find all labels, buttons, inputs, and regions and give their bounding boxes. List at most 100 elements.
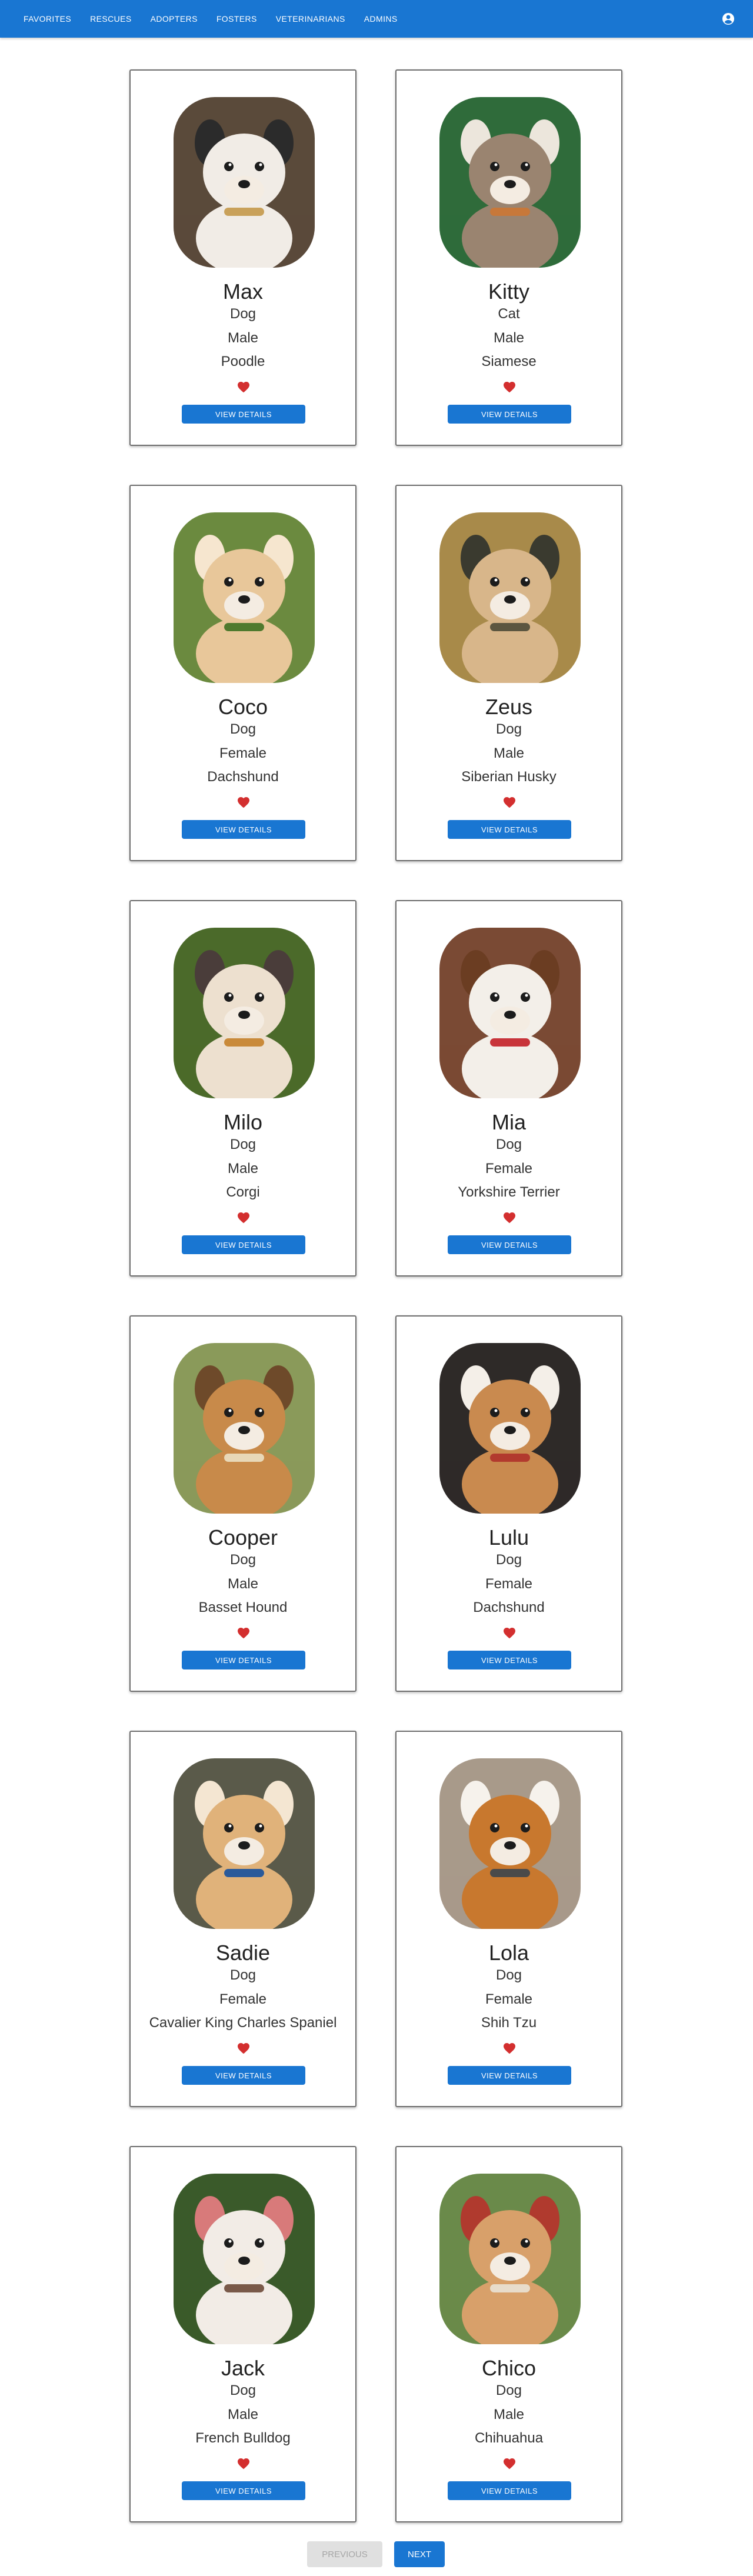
pet-photo xyxy=(174,1343,315,1514)
view-details-button[interactable]: VIEW DETAILS xyxy=(182,2481,305,2500)
view-details-button[interactable]: VIEW DETAILS xyxy=(182,2066,305,2085)
pet-photo xyxy=(174,2174,315,2344)
pet-gender: Female xyxy=(485,1991,533,2007)
favorite-heart-icon[interactable] xyxy=(236,2457,251,2470)
previous-page-button[interactable]: PREVIOUS xyxy=(307,2541,382,2567)
pet-name: Lola xyxy=(488,1941,529,1965)
nav-fosters[interactable]: FOSTERS xyxy=(207,9,266,28)
pet-name: Mia xyxy=(491,1110,526,1134)
pet-photo xyxy=(439,512,581,683)
pet-type: Dog xyxy=(495,1552,522,1568)
pet-gender: Male xyxy=(493,745,525,761)
favorite-heart-icon[interactable] xyxy=(236,380,251,393)
app-bar: FAVORITES RESCUES ADOPTERS FOSTERS VETER… xyxy=(0,0,753,38)
account-circle-icon[interactable] xyxy=(721,12,735,26)
pet-gender: Female xyxy=(485,1576,533,1592)
nav-favorites[interactable]: FAVORITES xyxy=(14,9,81,28)
pet-card-milo: Milo Dog Male Corgi VIEW DETAILS xyxy=(129,900,356,1277)
pet-type: Dog xyxy=(495,721,522,737)
pet-breed: Shih Tzu xyxy=(481,2015,537,2031)
pet-photo xyxy=(174,512,315,683)
pet-breed: Poodle xyxy=(221,354,265,369)
pet-name: Kitty xyxy=(488,279,529,304)
pet-gender: Male xyxy=(227,2407,259,2422)
pet-name: Zeus xyxy=(485,695,533,719)
pet-name: Jack xyxy=(221,2356,265,2380)
pet-gender: Male xyxy=(493,330,525,346)
favorite-heart-icon[interactable] xyxy=(236,1211,251,1224)
pet-type: Dog xyxy=(229,2382,256,2398)
favorite-heart-icon[interactable] xyxy=(236,795,251,808)
pet-photo xyxy=(439,1758,581,1929)
pet-breed: Basset Hound xyxy=(198,1599,288,1615)
pet-card-kitty: Kitty Cat Male Siamese VIEW DETAILS xyxy=(395,69,622,446)
pet-name: Coco xyxy=(218,695,268,719)
pet-gender: Female xyxy=(219,745,267,761)
nav-adopters[interactable]: ADOPTERS xyxy=(141,9,207,28)
pet-name: Sadie xyxy=(215,1941,271,1965)
pet-type: Dog xyxy=(229,306,256,322)
view-details-button[interactable]: VIEW DETAILS xyxy=(448,820,571,839)
view-details-button[interactable]: VIEW DETAILS xyxy=(448,1651,571,1669)
nav-admins[interactable]: ADMINS xyxy=(355,9,407,28)
pet-gender: Male xyxy=(493,2407,525,2422)
pet-type: Dog xyxy=(495,1967,522,1983)
favorite-heart-icon[interactable] xyxy=(502,2041,517,2054)
pet-card-cooper: Cooper Dog Male Basset Hound VIEW DETAIL… xyxy=(129,1315,356,1692)
pet-card-max: Max Dog Male Poodle VIEW DETAILS xyxy=(129,69,356,446)
pet-breed: Siamese xyxy=(481,354,537,369)
pet-name: Max xyxy=(222,279,263,304)
pet-type: Dog xyxy=(229,1967,256,1983)
view-details-button[interactable]: VIEW DETAILS xyxy=(448,2481,571,2500)
pet-name: Cooper xyxy=(208,1525,278,1549)
pet-card-mia: Mia Dog Female Yorkshire Terrier VIEW DE… xyxy=(395,900,622,1277)
view-details-button[interactable]: VIEW DETAILS xyxy=(182,405,305,424)
pet-photo xyxy=(174,1758,315,1929)
favorite-heart-icon[interactable] xyxy=(236,2041,251,2054)
pet-card-chico: Chico Dog Male Chihuahua VIEW DETAILS xyxy=(395,2146,622,2522)
pet-name: Milo xyxy=(223,1110,262,1134)
pet-card-lulu: Lulu Dog Female Dachshund VIEW DETAILS xyxy=(395,1315,622,1692)
favorite-heart-icon[interactable] xyxy=(502,1211,517,1224)
pet-gender: Female xyxy=(219,1991,267,2007)
pet-breed: Yorkshire Terrier xyxy=(458,1184,560,1200)
pet-card-zeus: Zeus Dog Male Siberian Husky VIEW DETAIL… xyxy=(395,485,622,861)
pet-gender: Male xyxy=(227,330,259,346)
favorite-heart-icon[interactable] xyxy=(236,1626,251,1639)
pet-breed: French Bulldog xyxy=(195,2430,291,2446)
pet-breed: Cavalier King Charles Spaniel xyxy=(149,2015,337,2031)
pet-photo xyxy=(439,97,581,268)
pet-gender: Male xyxy=(227,1161,259,1177)
favorite-heart-icon[interactable] xyxy=(502,2457,517,2470)
pet-card-coco: Coco Dog Female Dachshund VIEW DETAILS xyxy=(129,485,356,861)
favorite-heart-icon[interactable] xyxy=(502,1626,517,1639)
view-details-button[interactable]: VIEW DETAILS xyxy=(182,1235,305,1254)
nav-veterinarians[interactable]: VETERINARIANS xyxy=(266,9,355,28)
pet-name: Lulu xyxy=(488,1525,529,1549)
favorite-heart-icon[interactable] xyxy=(502,380,517,393)
pagination: PREVIOUS NEXT xyxy=(307,2541,445,2567)
view-details-button[interactable]: VIEW DETAILS xyxy=(182,820,305,839)
pet-type: Cat xyxy=(498,306,520,322)
pet-name: Chico xyxy=(481,2356,537,2380)
view-details-button[interactable]: VIEW DETAILS xyxy=(448,2066,571,2085)
pet-gender: Female xyxy=(485,1161,533,1177)
pet-breed: Dachshund xyxy=(207,769,279,785)
pet-breed: Dachshund xyxy=(473,1599,545,1615)
pet-type: Dog xyxy=(495,1137,522,1152)
pet-card-lola: Lola Dog Female Shih Tzu VIEW DETAILS xyxy=(395,1731,622,2107)
favorite-heart-icon[interactable] xyxy=(502,795,517,808)
pet-breed: Corgi xyxy=(226,1184,260,1200)
pet-card-jack: Jack Dog Male French Bulldog VIEW DETAIL… xyxy=(129,2146,356,2522)
pet-photo xyxy=(174,928,315,1098)
pet-type: Dog xyxy=(229,721,256,737)
view-details-button[interactable]: VIEW DETAILS xyxy=(448,405,571,424)
pet-type: Dog xyxy=(229,1137,256,1152)
pet-breed: Siberian Husky xyxy=(461,769,557,785)
pet-type: Dog xyxy=(229,1552,256,1568)
pet-breed: Chihuahua xyxy=(474,2430,544,2446)
view-details-button[interactable]: VIEW DETAILS xyxy=(182,1651,305,1669)
view-details-button[interactable]: VIEW DETAILS xyxy=(448,1235,571,1254)
nav-rescues[interactable]: RESCUES xyxy=(81,9,141,28)
next-page-button[interactable]: NEXT xyxy=(394,2541,445,2567)
